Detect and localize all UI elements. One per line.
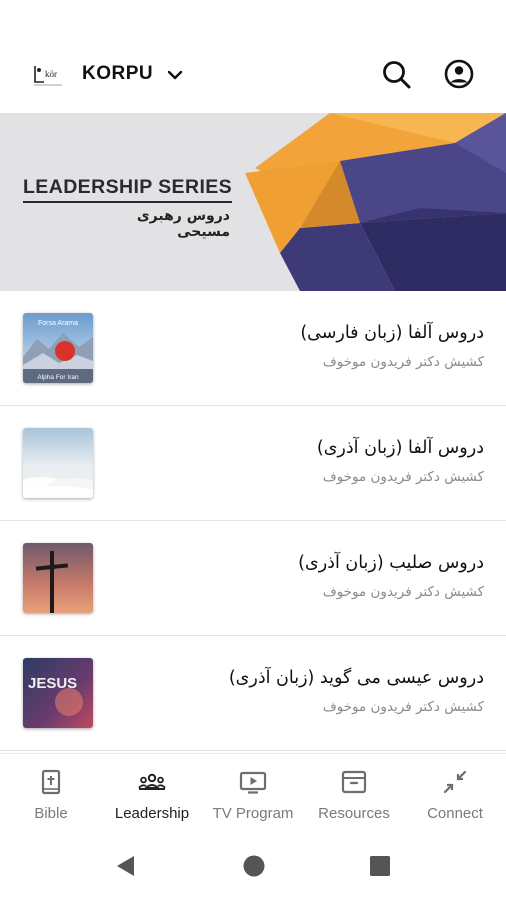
svg-text:kör: kör: [45, 69, 57, 79]
tab-label: Leadership: [114, 805, 190, 822]
tab-label: TV Program: [212, 805, 294, 822]
system-navigation-bar: [0, 833, 506, 900]
tab-connect[interactable]: Connect: [404, 754, 506, 834]
list-item[interactable]: دروس آلفا (زبان آذری) کشیش دکتر فریدون م…: [0, 406, 506, 521]
lesson-list: Forsa Arama Alpha For Iran دروس آلفا (زب…: [0, 291, 506, 751]
lesson-author: کشیش دکتر فریدون موخوف: [322, 699, 484, 715]
list-item[interactable]: دروس صلیب (زبان آذری) کشیش دکتر فریدون م…: [0, 521, 506, 636]
tab-leadership[interactable]: Leadership: [101, 754, 203, 834]
list-item[interactable]: Forsa Arama Alpha For Iran دروس آلفا (زب…: [0, 291, 506, 406]
church-logo: kör: [34, 66, 62, 86]
bottom-navigation: Bible Leadership TV Program Resources Co…: [0, 753, 506, 834]
home-icon[interactable]: [240, 852, 268, 880]
svg-text:Forsa Arama: Forsa Arama: [38, 320, 78, 327]
search-icon[interactable]: [380, 58, 412, 90]
account-icon[interactable]: [443, 58, 475, 90]
tab-tv-program[interactable]: TV Program: [202, 754, 304, 834]
archive-icon: [341, 770, 367, 794]
lesson-title: دروس عیسی می گوید (زبان آذری): [228, 668, 484, 688]
lesson-author: کشیش دکتر فریدون موخوف: [322, 354, 484, 370]
tab-bible[interactable]: Bible: [0, 754, 102, 834]
svg-text:Alpha For Iran: Alpha For Iran: [37, 374, 79, 381]
leadership-series-banner[interactable]: LEADERSHIP SERIES دروس رهبری مسیحی: [0, 113, 506, 291]
tv-icon: [239, 771, 267, 794]
list-item[interactable]: JESUS دروس عیسی می گوید (زبان آذری) کشیش…: [0, 636, 506, 751]
lesson-title: دروس صلیب (زبان آذری): [298, 553, 484, 573]
tab-label: Bible: [34, 805, 68, 822]
tab-resources[interactable]: Resources: [303, 754, 405, 834]
tab-label: Resources: [318, 805, 390, 822]
lesson-title: دروس آلفا (زبان فارسی): [300, 323, 484, 343]
lesson-title: دروس آلفا (زبان آذری): [316, 438, 484, 458]
recents-icon[interactable]: [366, 852, 394, 880]
group-icon: [138, 773, 166, 790]
lesson-author: کشیش دکتر فریدون موخوف: [322, 469, 484, 485]
chevron-down-icon[interactable]: [166, 66, 184, 84]
lesson-author: کشیش دکتر فریدون موخوف: [322, 584, 484, 600]
back-icon[interactable]: [112, 852, 140, 880]
top-app-bar: kör KORPU: [0, 36, 506, 112]
banner-title: LEADERSHIP SERIES: [23, 176, 233, 198]
svg-text:JESUS: JESUS: [28, 675, 77, 692]
lesson-thumbnail: JESUS: [23, 658, 93, 728]
banner-subtitle: دروس رهبری مسیحی: [136, 208, 230, 240]
tab-label: Connect: [427, 805, 483, 822]
lesson-thumbnail: Forsa Arama Alpha For Iran: [23, 313, 93, 383]
lesson-thumbnail: [23, 543, 93, 613]
lesson-thumbnail: [23, 428, 93, 498]
bible-icon: [41, 769, 61, 795]
connect-icon: [443, 770, 467, 794]
banner-divider: [23, 201, 232, 203]
app-switcher-label[interactable]: KORPU: [82, 63, 153, 85]
